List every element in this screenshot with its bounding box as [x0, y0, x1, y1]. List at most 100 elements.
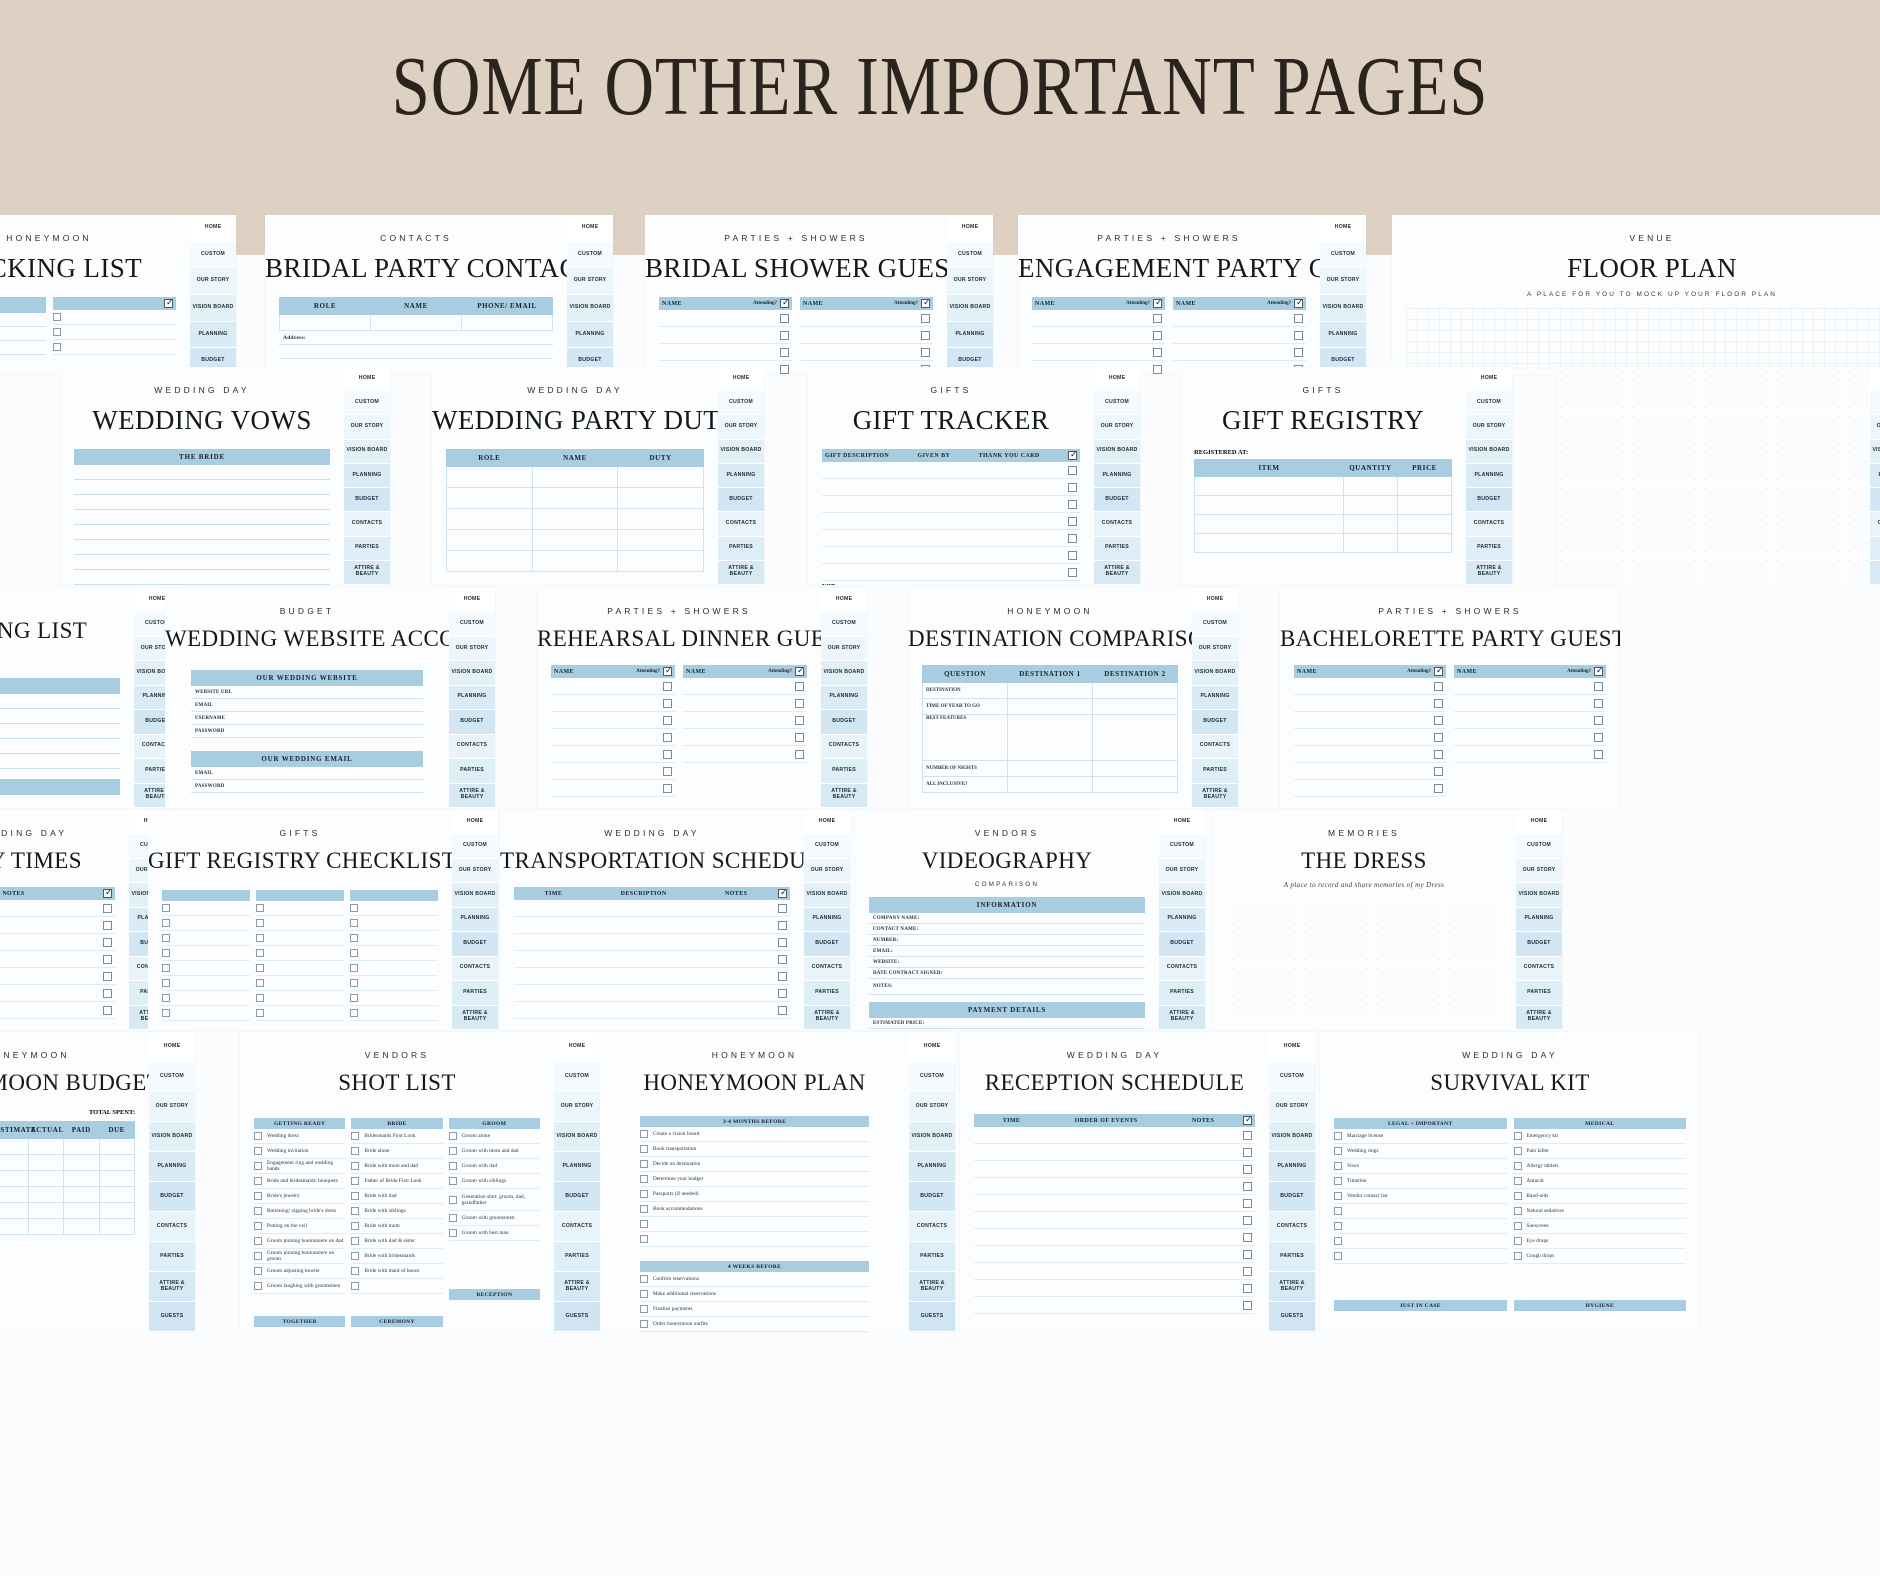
sidebar-item-home[interactable]: HOME	[909, 1032, 955, 1062]
cell[interactable]	[446, 487, 533, 509]
checkbox-row[interactable]: Band-aids	[1513, 1189, 1686, 1204]
cell[interactable]	[1397, 533, 1452, 553]
sidebar-item-vision-board[interactable]: VISION BOARD	[452, 883, 498, 908]
transport-row[interactable]	[514, 917, 790, 934]
sidebar-item-planning[interactable]: PLANNING	[452, 907, 498, 933]
checkbox-icon[interactable]	[640, 1130, 648, 1138]
sidebar-item-custom[interactable]: CUSTOM	[947, 241, 993, 269]
checkbox-icon[interactable]	[1434, 715, 1443, 725]
checkbox-row[interactable]	[162, 961, 250, 976]
sidebar-item-contacts[interactable]: CONTACTS	[1870, 512, 1880, 537]
sidebar-item-parties[interactable]: PARTIES	[909, 1242, 955, 1272]
checkbox-icon[interactable]	[162, 919, 170, 927]
sidebar-item-vision-board[interactable]: VISION BOARD	[821, 661, 867, 686]
checkbox-row[interactable]: Groom with mom and dad	[448, 1144, 540, 1159]
checkbox-row[interactable]	[350, 961, 438, 976]
sidebar-item-budget[interactable]: BUDGET	[554, 1182, 600, 1212]
card-wedding-vows[interactable]: WEDDING DAY WEDDING VOWS THE BRIDE HOME …	[60, 367, 390, 585]
guest-row[interactable]	[683, 746, 807, 763]
guest-row[interactable]	[683, 712, 807, 729]
checkbox-row[interactable]	[350, 976, 438, 991]
sidebar-item-parties[interactable]: PARTIES	[1094, 536, 1140, 561]
cell[interactable]	[0, 1186, 29, 1203]
sidebar-item-planning[interactable]: PLANNING	[344, 463, 390, 489]
checkbox-icon[interactable]	[1334, 1132, 1342, 1140]
checkbox-icon[interactable]	[640, 1320, 648, 1328]
checkbox-icon[interactable]	[1513, 1192, 1522, 1200]
checkbox-row[interactable]: Finalize payments	[640, 1302, 869, 1317]
checkbox-icon[interactable]	[1434, 766, 1443, 776]
checkbox-row[interactable]	[256, 931, 344, 946]
guest-row[interactable]	[1454, 729, 1606, 746]
card-gift-tracker[interactable]: GIFTS GIFT TRACKER GIFT DESCRIPTION GIVE…	[808, 367, 1140, 585]
field-line[interactable]	[0, 327, 46, 341]
floor-plan-grid[interactable]	[1406, 308, 1880, 370]
guest-row[interactable]	[659, 344, 792, 361]
guest-row[interactable]	[659, 327, 792, 344]
checkbox-icon[interactable]	[921, 330, 930, 340]
cell[interactable]	[0, 1218, 29, 1235]
sidebar-nav[interactable]: HOME CUSTOM OUR STORY VISION BOARD PLANN…	[149, 1032, 195, 1332]
checkbox-row[interactable]: Groom alone	[448, 1129, 540, 1144]
table-row[interactable]	[0, 1186, 135, 1203]
checkbox-row[interactable]	[350, 931, 438, 946]
checkbox-icon[interactable]	[1153, 313, 1162, 323]
guest-row[interactable]	[1173, 327, 1306, 344]
checkbox-icon[interactable]	[640, 1290, 648, 1298]
table-row[interactable]	[446, 550, 704, 572]
checkbox-row[interactable]: Antacid	[1513, 1174, 1686, 1189]
table-row[interactable]	[446, 466, 704, 488]
sidebar-nav[interactable]: HOME CUSTOM OUR STORY VISION BOARD PLANN…	[1159, 810, 1205, 1030]
checkbox-icon[interactable]	[1334, 1147, 1342, 1155]
sidebar-item-our-story[interactable]: OUR STORY	[190, 268, 236, 296]
sidebar-item-our-story[interactable]: OUR STORY	[1870, 415, 1880, 440]
sidebar-item-home[interactable]: HOME	[1870, 367, 1880, 392]
cell[interactable]	[370, 314, 462, 331]
sidebar-item-custom[interactable]: CUSTOM	[452, 834, 498, 859]
checkbox-icon[interactable]	[254, 1132, 262, 1140]
sidebar-item-guests[interactable]: GUESTS	[909, 1302, 955, 1332]
guest-row[interactable]	[1294, 729, 1446, 746]
cell[interactable]	[98, 1218, 135, 1235]
cell[interactable]	[1193, 514, 1345, 534]
vow-line[interactable]	[74, 480, 330, 495]
sidebar-item-vision-board[interactable]: VISION BOARD	[909, 1122, 955, 1152]
vow-line[interactable]	[74, 525, 330, 540]
field-row[interactable]: COMPANY NAME:	[869, 913, 1145, 924]
checkbox-icon[interactable]	[921, 347, 930, 357]
sidebar-item-budget[interactable]: BUDGET	[821, 710, 867, 735]
checkbox-icon[interactable]	[1434, 681, 1443, 691]
checkbox-row[interactable]: Father of Bride First Look	[351, 1174, 443, 1189]
table-row[interactable]	[0, 1218, 135, 1235]
checkbox-icon[interactable]	[256, 964, 264, 972]
card-reception-schedule[interactable]: WEDDING DAY RECEPTION SCHEDULE TIME ORDE…	[960, 1032, 1315, 1332]
transport-row[interactable]	[514, 900, 790, 917]
checkbox-icon[interactable]	[256, 934, 264, 942]
checkbox-icon[interactable]	[1594, 732, 1603, 742]
checkbox-icon[interactable]	[640, 1160, 648, 1168]
cell[interactable]	[617, 487, 704, 509]
sidebar-item-parties[interactable]: PARTIES	[452, 981, 498, 1006]
cell[interactable]	[1193, 495, 1345, 515]
checkbox-icon[interactable]	[1513, 1147, 1522, 1155]
checkbox-icon[interactable]	[1243, 1147, 1252, 1157]
card-shot-list[interactable]: VENDORS SHOT LIST GETTING READY Wedding …	[240, 1032, 600, 1332]
cell[interactable]	[1397, 514, 1452, 534]
guest-row[interactable]	[1032, 327, 1165, 344]
guest-row[interactable]	[551, 729, 675, 746]
sidebar-item-custom[interactable]: CUSTOM	[1516, 834, 1562, 859]
sidebar-item-budget[interactable]: BUDGET	[804, 932, 850, 957]
checkbox-row[interactable]	[52, 340, 176, 355]
checkbox-row[interactable]	[162, 916, 250, 931]
checkbox-icon[interactable]	[1334, 1162, 1342, 1170]
cell[interactable]	[531, 466, 619, 488]
sidebar-item-attire-beauty[interactable]: ATTIRE & BEAUTY	[1516, 1005, 1562, 1030]
cell[interactable]	[617, 529, 704, 551]
checkbox-icon[interactable]	[103, 920, 112, 930]
cell[interactable]	[98, 1186, 135, 1203]
checkbox-row[interactable]: Natural sedatives	[1513, 1204, 1686, 1219]
guest-row[interactable]	[551, 763, 675, 780]
checkbox-icon[interactable]	[1243, 1232, 1252, 1242]
sidebar-item-home[interactable]: HOME	[449, 588, 495, 613]
guest-row[interactable]	[1454, 695, 1606, 712]
